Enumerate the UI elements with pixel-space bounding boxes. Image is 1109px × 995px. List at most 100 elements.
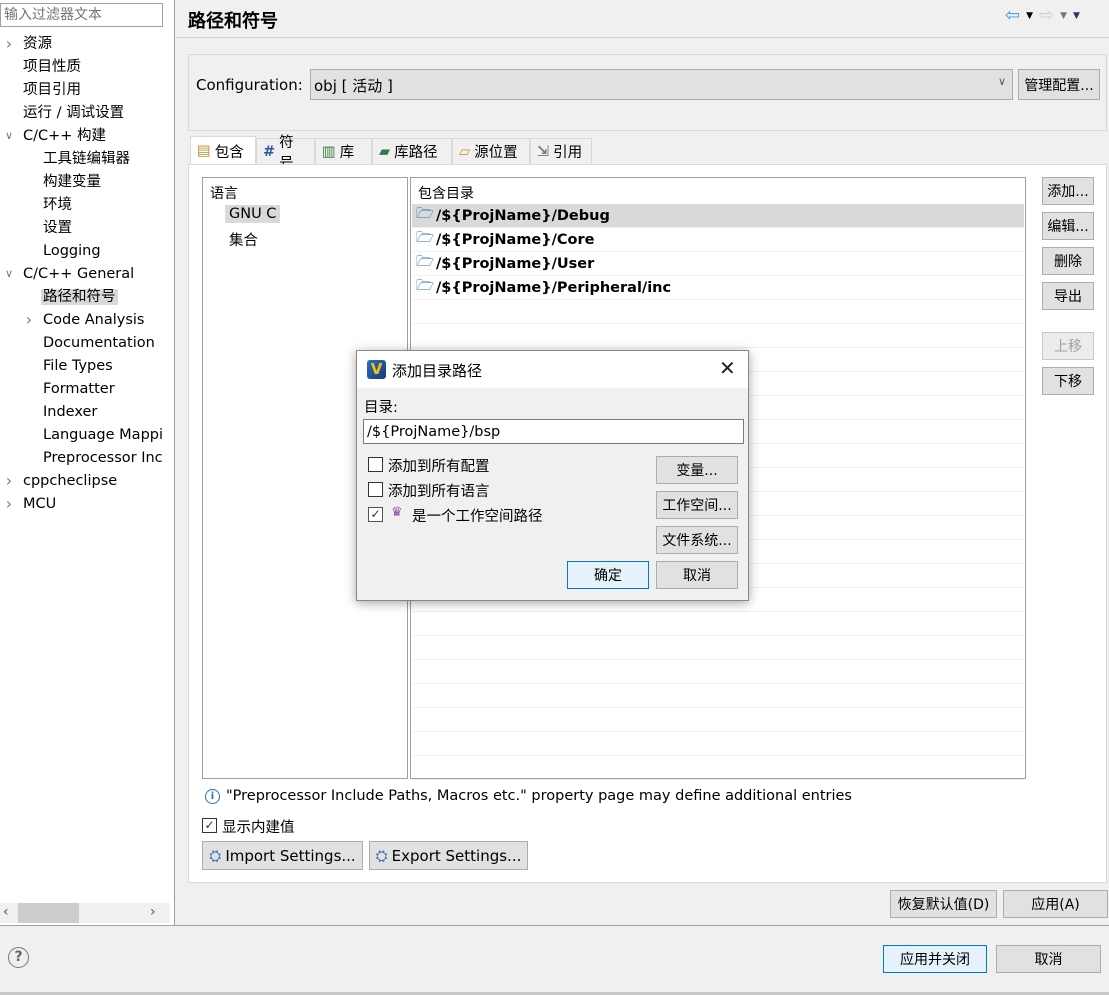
tab-label: 包含 [214, 144, 244, 161]
include-row[interactable]: 🗁/${ProjName}/Core [412, 228, 1024, 252]
tab-library-path[interactable]: ▰ 库路径 [372, 138, 452, 164]
tree-item[interactable]: › 资源 [6, 33, 52, 55]
empty-row [412, 612, 1024, 636]
configuration-select[interactable]: obj [ 活动 ] ∨ [310, 69, 1013, 100]
directory-input[interactable] [363, 419, 744, 444]
tree-item[interactable]: 路径和符号 [41, 286, 118, 308]
tree-item-label: Preprocessor Inc [43, 450, 163, 466]
tree-item[interactable]: 工具链编辑器 [43, 148, 130, 170]
language-item-gnu-c[interactable]: GNU C [225, 205, 281, 223]
tab-hash[interactable]: #符号 [256, 135, 315, 172]
tab-label: 库 [339, 145, 355, 161]
forward-dropdown-icon[interactable]: ▼ [1060, 11, 1067, 21]
tree-item[interactable]: 构建变量 [43, 171, 101, 193]
chevron-down-icon[interactable]: ∨ [3, 263, 15, 285]
tree-item-label: Logging [43, 243, 101, 259]
tree-item-label: Indexer [43, 404, 98, 420]
export-settings-button[interactable]: ⛭ Export Settings... [369, 841, 528, 870]
apply-button[interactable]: 应用(A) [1003, 890, 1108, 918]
tab-source-folder[interactable]: ▱ 源位置 [452, 138, 530, 164]
import-settings-button[interactable]: ⛭ Import Settings... [202, 841, 363, 870]
manage-configurations-button[interactable]: 管理配置... [1018, 69, 1100, 100]
scroll-right-icon[interactable]: › [150, 904, 156, 920]
tree-item[interactable]: 项目引用 [23, 79, 81, 101]
workspace-button[interactable]: 工作空间... [656, 491, 738, 519]
tab-reference[interactable]: ⇲ 引用 [530, 138, 592, 164]
scrollbar-thumb[interactable] [18, 903, 79, 923]
tree-item[interactable]: › cppcheclipse [6, 470, 117, 492]
configuration-value: obj [ 活动 ] [314, 77, 393, 95]
tree-item[interactable]: ∨ C/C++ 构建 [5, 125, 106, 147]
menu-dropdown-icon[interactable]: ▼ [1073, 11, 1080, 21]
include-path: /${ProjName}/User [435, 255, 595, 272]
tree-item[interactable]: Documentation [43, 332, 155, 354]
chevron-right-icon[interactable]: › [3, 33, 15, 55]
side-button-1[interactable]: 编辑... [1042, 212, 1094, 240]
tree-item[interactable]: Language Mappi [43, 424, 163, 446]
help-icon[interactable]: ? [8, 947, 29, 968]
tree-item[interactable]: Preprocessor Inc [43, 447, 163, 469]
add-to-all-languages-checkbox[interactable] [368, 482, 383, 497]
add-to-all-configs-label: 添加到所有配置 [388, 459, 490, 475]
chevron-down-icon[interactable]: ∨ [3, 125, 15, 147]
tab-include[interactable]: ▤ 包含 [190, 136, 256, 165]
ok-button[interactable]: 确定 [567, 561, 649, 589]
export-icon: ⛭ [375, 846, 388, 865]
chevron-right-icon[interactable]: › [3, 470, 15, 492]
side-button-5[interactable]: 下移 [1042, 367, 1094, 395]
close-icon[interactable]: ✕ [719, 356, 736, 380]
side-button-3[interactable]: 导出 [1042, 282, 1094, 310]
show-builtin-label: 显示内建值 [222, 820, 295, 836]
tab-library[interactable]: ▥ 库 [315, 138, 372, 164]
cancel-button[interactable]: 取消 [996, 945, 1101, 973]
tree-item[interactable]: 设置 [43, 217, 72, 239]
back-dropdown-icon[interactable]: ▼ [1026, 11, 1033, 21]
workspace-path-checkbox[interactable]: ✓ [368, 507, 383, 522]
tree-item[interactable]: 运行 / 调试设置 [23, 102, 124, 124]
add-to-all-configs-checkbox[interactable] [368, 457, 383, 472]
include-row[interactable]: 🗁/${ProjName}/Debug [412, 204, 1024, 228]
chevron-right-icon[interactable]: › [23, 309, 35, 331]
apply-and-close-button[interactable]: 应用并关闭 [883, 945, 987, 973]
include-row[interactable]: 🗁/${ProjName}/Peripheral/inc [412, 276, 1024, 300]
tree-item-label: C/C++ General [23, 266, 135, 282]
tree-item[interactable]: 项目性质 [23, 56, 81, 78]
tab-label: 源位置 [474, 145, 518, 161]
language-item-collection[interactable]: 集合 [229, 229, 258, 250]
directory-label: 目录: [364, 400, 398, 416]
chevron-down-icon: ∨ [997, 75, 1006, 88]
tree-item[interactable]: Formatter [43, 378, 115, 400]
back-arrow-icon[interactable]: ⇦ [1005, 5, 1020, 26]
tree-item[interactable]: ∨ C/C++ General [5, 263, 135, 285]
tree-item-label: 路径和符号 [41, 289, 118, 305]
tree-item[interactable]: File Types [43, 355, 113, 377]
tree-item[interactable]: › MCU [6, 493, 56, 515]
include-path: /${ProjName}/Debug [435, 207, 610, 224]
side-button-2[interactable]: 删除 [1042, 247, 1094, 275]
add-to-all-languages-label: 添加到所有语言 [388, 484, 490, 500]
tree-item-label: 构建变量 [43, 174, 101, 190]
include-folder-icon: 🗁 [416, 254, 434, 270]
source-folder-icon: ▱ [459, 143, 471, 160]
horizontal-scrollbar[interactable]: ‹ › [0, 903, 170, 923]
dialog-title: 添加目录路径 [392, 362, 483, 380]
chevron-right-icon[interactable]: › [3, 493, 15, 515]
tree-item[interactable]: 环境 [43, 194, 72, 216]
forward-arrow-icon[interactable]: ⇨ [1039, 5, 1054, 26]
dialog-cancel-button[interactable]: 取消 [656, 561, 738, 589]
import-label: Import Settings... [225, 846, 356, 865]
show-builtin-checkbox[interactable]: ✓ [202, 818, 217, 833]
tree-item-label: Code Analysis [43, 312, 145, 328]
side-button-4[interactable]: 上移 [1042, 332, 1094, 360]
include-row[interactable]: 🗁/${ProjName}/User [412, 252, 1024, 276]
file-system-button[interactable]: 文件系统... [656, 526, 738, 554]
scroll-left-icon[interactable]: ‹ [3, 904, 9, 920]
restore-defaults-button[interactable]: 恢复默认值(D) [890, 890, 997, 918]
dialog-titlebar: V 添加目录路径 ✕ [357, 351, 748, 388]
side-button-0[interactable]: 添加... [1042, 177, 1094, 205]
tree-item[interactable]: Logging [43, 240, 101, 262]
tree-item[interactable]: › Code Analysis [26, 309, 145, 331]
tree-item[interactable]: Indexer [43, 401, 97, 423]
filter-input[interactable] [0, 3, 163, 27]
variables-button[interactable]: 变量... [656, 456, 738, 484]
